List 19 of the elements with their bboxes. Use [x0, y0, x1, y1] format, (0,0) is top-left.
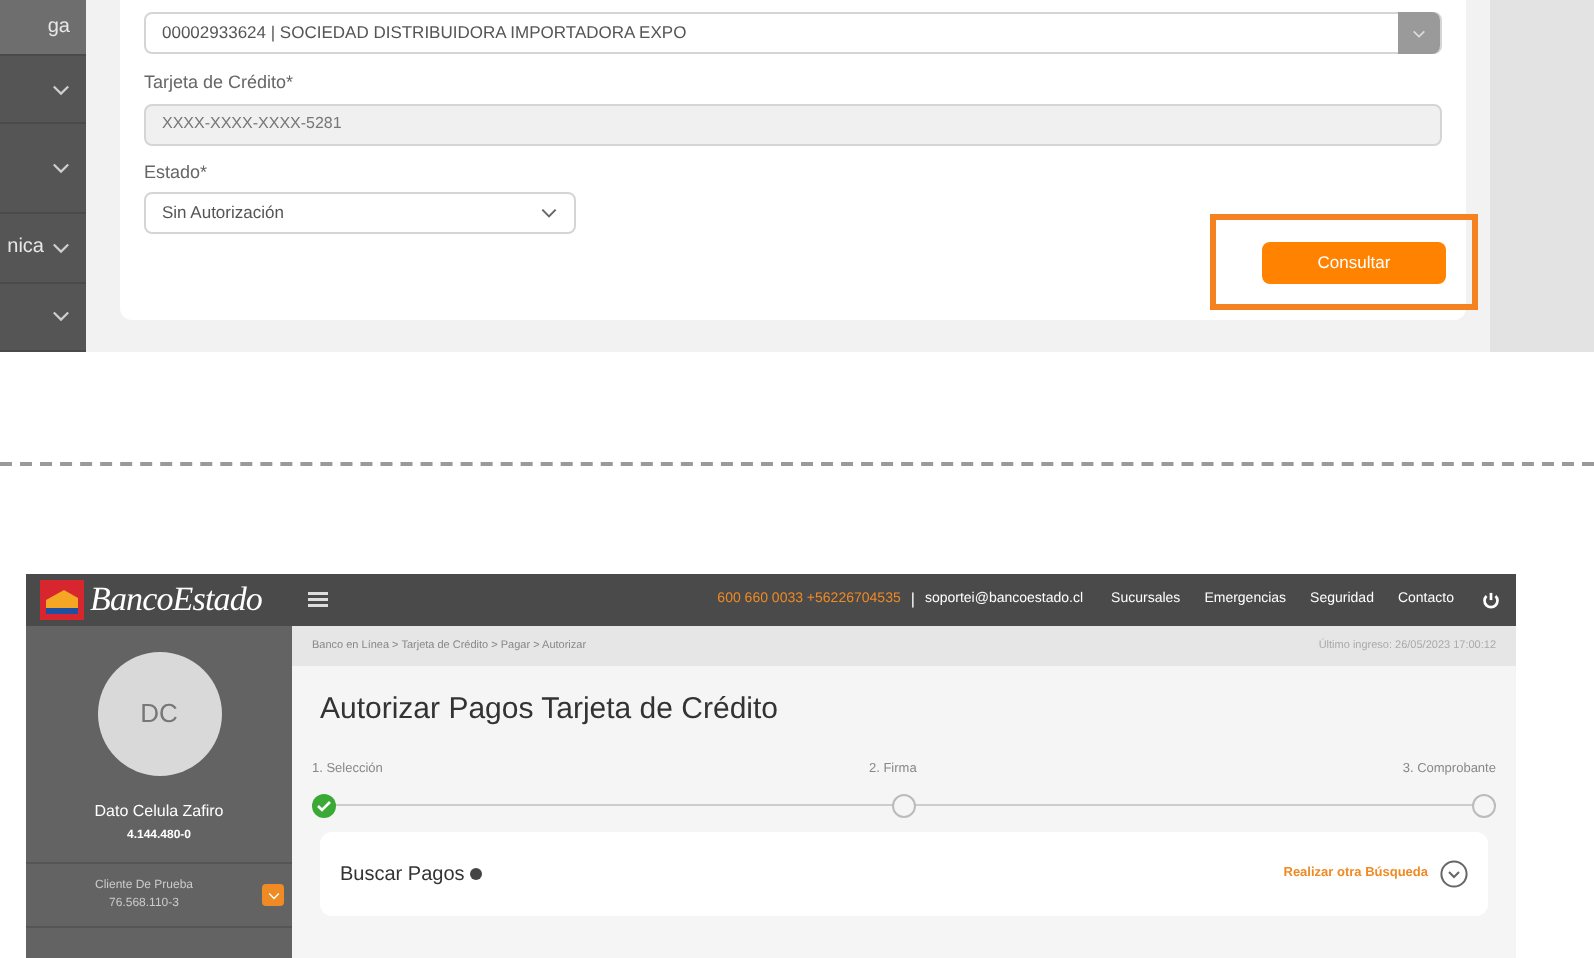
user-name: Dato Celula Zafiro — [94, 800, 224, 824]
menu-icon[interactable] — [308, 592, 328, 608]
bank-logo: BancoEstado — [90, 578, 262, 623]
status-select[interactable]: Sin Autorización — [144, 192, 576, 234]
chevron-down-icon — [540, 208, 558, 218]
chevron-circle-icon[interactable] — [1440, 860, 1468, 889]
separator-text: | — [910, 588, 915, 612]
field-label: Tarjeta de Crédito* — [144, 70, 296, 96]
field-label: Estado* — [144, 159, 210, 185]
bank-logo-icon — [40, 580, 84, 620]
power-icon[interactable] — [1482, 591, 1500, 609]
chevron-down-icon — [1412, 29, 1426, 37]
chevron-down-icon — [267, 891, 279, 899]
card-title: Buscar Pagos — [340, 861, 465, 890]
page-title: Autorizar Pagos Tarjeta de Crédito — [320, 690, 781, 730]
sidebar-item[interactable]: ga — [0, 0, 86, 56]
account-select[interactable]: 00002933624 | SOCIEDAD DISTRIBUIDORA IMPORTADORA EXPO — [144, 12, 1442, 54]
expand-button[interactable] — [262, 884, 284, 906]
sidebar-item[interactable]: nica — [0, 214, 86, 284]
